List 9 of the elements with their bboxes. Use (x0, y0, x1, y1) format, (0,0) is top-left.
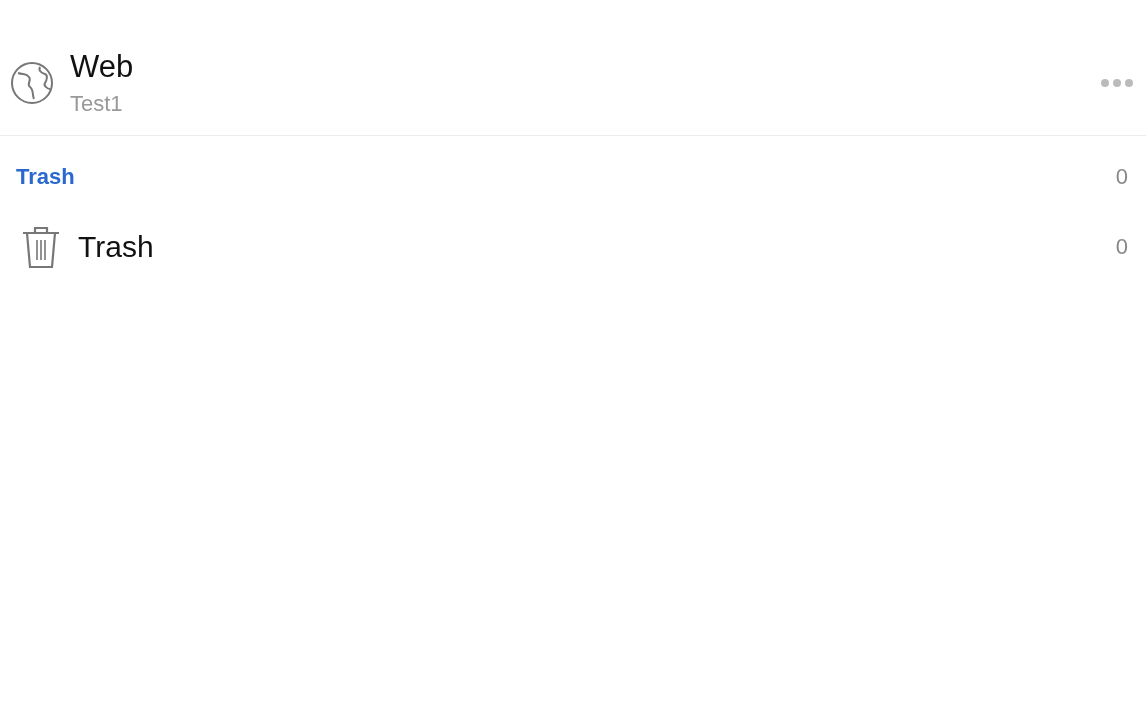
account-subtitle: Test1 (70, 90, 124, 117)
trash-icon (20, 224, 62, 270)
globe-icon (10, 60, 54, 105)
account-title: Web (70, 48, 135, 85)
folder-label[interactable]: Trash (78, 230, 1116, 264)
more-icon[interactable] (1100, 77, 1134, 88)
section-count: 0 (1115, 164, 1128, 190)
folder-count: 0 (1115, 234, 1128, 260)
section-title: Trash (16, 164, 75, 190)
